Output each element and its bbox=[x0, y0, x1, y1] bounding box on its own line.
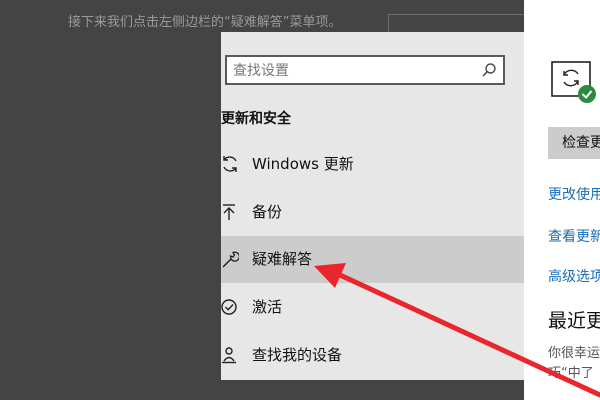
tip-text: 巧“中了 bbox=[548, 366, 594, 381]
sidebar-item-label: 激活 bbox=[252, 298, 283, 316]
sidebar-item-find-my-device[interactable]: 查找我的设备 bbox=[221, 332, 524, 379]
sidebar-item-windows-update[interactable]: Windows 更新 bbox=[221, 141, 524, 188]
search-icon[interactable] bbox=[481, 62, 497, 78]
wrench-icon bbox=[222, 251, 239, 268]
check-updates-button[interactable]: 检查更 bbox=[548, 127, 600, 159]
sidebar-item-label: Windows 更新 bbox=[252, 155, 354, 173]
change-usage-link[interactable]: 更改使用 bbox=[548, 184, 600, 204]
sidebar-item-troubleshoot[interactable]: 疑难解答 bbox=[221, 236, 524, 283]
sidebar-item-label: 备份 bbox=[252, 203, 283, 221]
backup-arrow-icon bbox=[223, 204, 235, 220]
update-status-icon bbox=[551, 61, 596, 103]
sidebar-item-label: 疑难解答 bbox=[252, 250, 313, 268]
sidebar-item-backup[interactable]: 备份 bbox=[221, 189, 524, 236]
sync-icon bbox=[223, 156, 237, 172]
section-title: 更新和安全 bbox=[221, 111, 291, 127]
check-circle-icon bbox=[221, 299, 237, 315]
recent-heading: 最近更 bbox=[548, 310, 600, 332]
search-input[interactable] bbox=[231, 60, 481, 82]
sidebar-item-activation[interactable]: 激活 bbox=[221, 284, 524, 331]
update-content-pane: 检查更 更改使用 查看更新 高级选项 最近更 你很幸运 巧“中了 bbox=[524, 0, 600, 400]
search-box[interactable] bbox=[225, 55, 505, 85]
advanced-options-link[interactable]: 高级选项 bbox=[548, 266, 600, 286]
person-pin-icon bbox=[222, 347, 236, 364]
settings-sidebar: 更新和安全 Windows 更新 备份 疑难解答 激活 bbox=[221, 32, 524, 380]
tip-text: 你很幸运 bbox=[548, 346, 600, 361]
sidebar-item-label: 查找我的设备 bbox=[252, 346, 343, 364]
view-updates-link[interactable]: 查看更新 bbox=[548, 226, 600, 246]
